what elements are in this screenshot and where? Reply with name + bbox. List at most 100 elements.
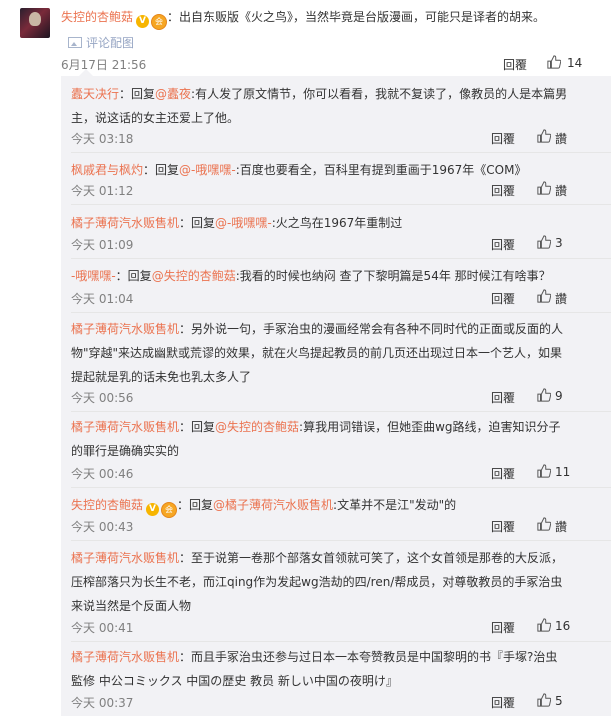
thumbs-up-icon[interactable]: [537, 693, 551, 707]
reply-timestamp: 今天 01:09: [71, 238, 134, 252]
reply-username[interactable]: 橘子薄荷汽水贩售机: [71, 420, 179, 434]
reply-divider: [71, 641, 611, 642]
reply-thread: 蠹天决行：回复@蠹夜:有人发了原文情节，你可以看看，我就不复读了，像教员的人是本…: [61, 69, 611, 716]
root-comment-line: 失控的杏鲍菇 V 会：出自东贩版《火之鸟》，当然毕竟是台版漫画，可能只是译者的胡来。: [61, 9, 545, 30]
reply-username[interactable]: -哦嘿嘿-: [71, 269, 116, 283]
reply-button[interactable]: 回覆: [491, 465, 515, 482]
reply-button[interactable]: 回覆: [491, 389, 515, 406]
reply-item: 枫戚君与枫灼：回复@-哦嘿嘿-:百度也要看全，百科里有提到重画于1967年《CO…: [61, 158, 611, 208]
reply-item: -哦嘿嘿-：回复@失控的杏鲍菇:我看的时候也纳闷 查了下黎明篇是54年 那时候江…: [61, 264, 611, 316]
reply-button[interactable]: 回覆: [491, 619, 515, 636]
reply-like-count: 11: [555, 465, 571, 479]
reply-timestamp: 今天 00:46: [71, 467, 134, 481]
thumbs-up-icon[interactable]: [537, 618, 551, 632]
reply-divider: [71, 204, 611, 205]
reply-divider: [71, 152, 611, 153]
reply-button[interactable]: 回覆: [491, 182, 515, 199]
reply-text-block: 橘子薄荷汽水贩售机：另外说一句，手冢治虫的漫画经常会有各种不同时代的正面或反面的…: [71, 317, 571, 389]
reply-like-count: 3: [555, 236, 563, 250]
reply-item: 蠹天决行：回复@蠹夜:有人发了原文情节，你可以看看，我就不复读了，像教员的人是本…: [61, 82, 611, 156]
reply-button[interactable]: 回覆: [491, 130, 515, 147]
reply-like-count: 9: [555, 389, 563, 403]
reply-text-block: 橘子薄荷汽水贩售机：回复@-哦嘿嘿-:火之鸟在1967年重制过: [71, 211, 571, 235]
root-comment: 失控的杏鲍菇 V 会：出自东贩版《火之鸟》，当然毕竟是台版漫画，可能只是译者的胡来。…: [0, 0, 611, 76]
reply-mention[interactable]: @-哦嘿嘿-: [179, 163, 236, 177]
reply-divider: [71, 411, 611, 412]
verified-v-icon: V: [146, 503, 160, 516]
reply-body: :我看的时候也纳闷 查了下黎明篇是54年 那时候江有啥事？: [235, 269, 551, 283]
thumbs-up-icon[interactable]: [537, 388, 551, 402]
reply-item: 橘子薄荷汽水贩售机：而且手冢治虫还参与过日本一本夸赞教员是中国黎明的书『手塚?治…: [61, 645, 611, 720]
reply-like-count: 16: [555, 619, 571, 633]
reply-body: :火之鸟在1967年重制过: [271, 216, 403, 230]
reply-divider: [71, 540, 611, 541]
reply-divider: [71, 312, 611, 313]
reply-username[interactable]: 橘子薄荷汽水贩售机: [71, 322, 179, 336]
reply-like-count: 讚: [555, 132, 568, 146]
reply-divider: [71, 258, 611, 259]
reply-button[interactable]: 回覆: [491, 694, 515, 711]
reply-mention[interactable]: @失控的杏鲍菇: [215, 420, 299, 434]
root-timestamp: 6月17日 21:56: [61, 58, 147, 72]
reply-text-block: 橘子薄荷汽水贩售机：而且手冢治虫还参与过日本一本夸赞教员是中国黎明的书『手塚?治…: [71, 645, 571, 693]
reply-timestamp: 今天 01:12: [71, 184, 134, 198]
reply-item: 失控的杏鲍菇 V 会：回复@橘子薄荷汽水贩售机:文革并不是江"发动"的今天 00:4…: [61, 493, 611, 544]
reply-text-block: -哦嘿嘿-：回复@失控的杏鲍菇:我看的时候也纳闷 查了下黎明篇是54年 那时候江…: [71, 264, 571, 288]
reply-mention[interactable]: @橘子薄荷汽水贩售机: [213, 498, 333, 512]
reply-like-count: 讚: [555, 184, 568, 198]
root-like-count: 14: [567, 56, 583, 70]
reply-text-block: 橘子薄荷汽水贩售机：至于说第一卷那个部落女首领就可笑了，这个女首领是那卷的大反派…: [71, 546, 571, 618]
reply-like-count: 讚: [555, 292, 568, 306]
reply-timestamp: 今天 03:18: [71, 132, 134, 146]
reply-item: 橘子薄荷汽水贩售机：回复@失控的杏鲍菇:算我用词错误，但她歪曲wg路线，迫害知识…: [61, 415, 611, 491]
reply-button[interactable]: 回覆: [491, 236, 515, 253]
reply-prefix: ：回复: [115, 269, 152, 283]
reply-text-block: 橘子薄荷汽水贩售机：回复@失控的杏鲍菇:算我用词错误，但她歪曲wg路线，迫害知识…: [71, 415, 571, 463]
root-comment-text: ：出自东贩版《火之鸟》，当然毕竟是台版漫画，可能只是译者的胡来。: [167, 10, 546, 24]
verified-v-icon: V: [136, 15, 150, 28]
pic-link-label: 评论配图: [86, 36, 135, 50]
reply-text-block: 枫戚君与枫灼：回复@-哦嘿嘿-:百度也要看全，百科里有提到重画于1967年《CO…: [71, 158, 571, 182]
reply-mention[interactable]: @-哦嘿嘿-: [215, 216, 272, 230]
thumbs-up-icon[interactable]: [537, 181, 551, 195]
reply-username[interactable]: 枫戚君与枫灼: [71, 163, 143, 177]
reply-button[interactable]: 回覆: [491, 518, 515, 535]
reply-username[interactable]: 失控的杏鲍菇: [71, 498, 143, 512]
thumbs-up-icon[interactable]: [537, 289, 551, 303]
reply-timestamp: 今天 00:41: [71, 621, 134, 635]
reply-prefix: ：回复: [177, 498, 214, 512]
reply-text-block: 失控的杏鲍菇 V 会：回复@橘子薄荷汽水贩售机:文革并不是江"发动"的: [71, 493, 571, 518]
reply-mention[interactable]: @蠹夜: [155, 87, 191, 101]
thumbs-up-icon[interactable]: [537, 517, 551, 531]
reply-button[interactable]: 回覆: [491, 290, 515, 307]
reply-username[interactable]: 蠹天决行: [71, 87, 119, 101]
thumbs-up-icon[interactable]: [537, 129, 551, 143]
reply-item: 橘子薄荷汽水贩售机：至于说第一卷那个部落女首领就可笑了，这个女首领是那卷的大反派…: [61, 546, 611, 645]
reply-like-count: 5: [555, 694, 563, 708]
root-reply-button[interactable]: 回覆: [503, 56, 527, 73]
reply-username[interactable]: 橘子薄荷汽水贩售机: [71, 551, 179, 565]
thumbs-up-icon[interactable]: [547, 55, 561, 69]
vip-badge-icon: 会: [161, 502, 178, 518]
reply-text-block: 蠹天决行：回复@蠹夜:有人发了原文情节，你可以看看，我就不复读了，像教员的人是本…: [71, 82, 571, 130]
reply-username[interactable]: 橘子薄荷汽水贩售机: [71, 216, 179, 230]
reply-item: 橘子薄荷汽水贩售机：另外说一句，手冢治虫的漫画经常会有各种不同时代的正面或反面的…: [61, 317, 611, 415]
reply-timestamp: 今天 01:04: [71, 292, 134, 306]
reply-divider: [71, 487, 611, 488]
thumbs-up-icon[interactable]: [537, 235, 551, 249]
comment-picture-link[interactable]: 评论配图: [68, 34, 134, 51]
reply-prefix: ：回复: [143, 163, 180, 177]
reply-mention[interactable]: @失控的杏鲍菇: [152, 269, 236, 283]
root-username[interactable]: 失控的杏鲍菇: [61, 10, 133, 24]
reply-body: :百度也要看全，百科里有提到重画于1967年《COM》: [235, 163, 527, 177]
reply-body: :文革并不是江"发动"的: [333, 498, 457, 512]
image-icon: [68, 37, 82, 48]
thumbs-up-icon[interactable]: [537, 464, 551, 478]
reply-prefix: ：回复: [119, 87, 156, 101]
reply-username[interactable]: 橘子薄荷汽水贩售机: [71, 650, 179, 664]
reply-timestamp: 今天 00:56: [71, 391, 134, 405]
reply-timestamp: 今天 00:37: [71, 696, 134, 710]
reply-timestamp: 今天 00:43: [71, 520, 134, 534]
avatar[interactable]: [20, 8, 50, 38]
reply-prefix: ：回复: [179, 216, 216, 230]
